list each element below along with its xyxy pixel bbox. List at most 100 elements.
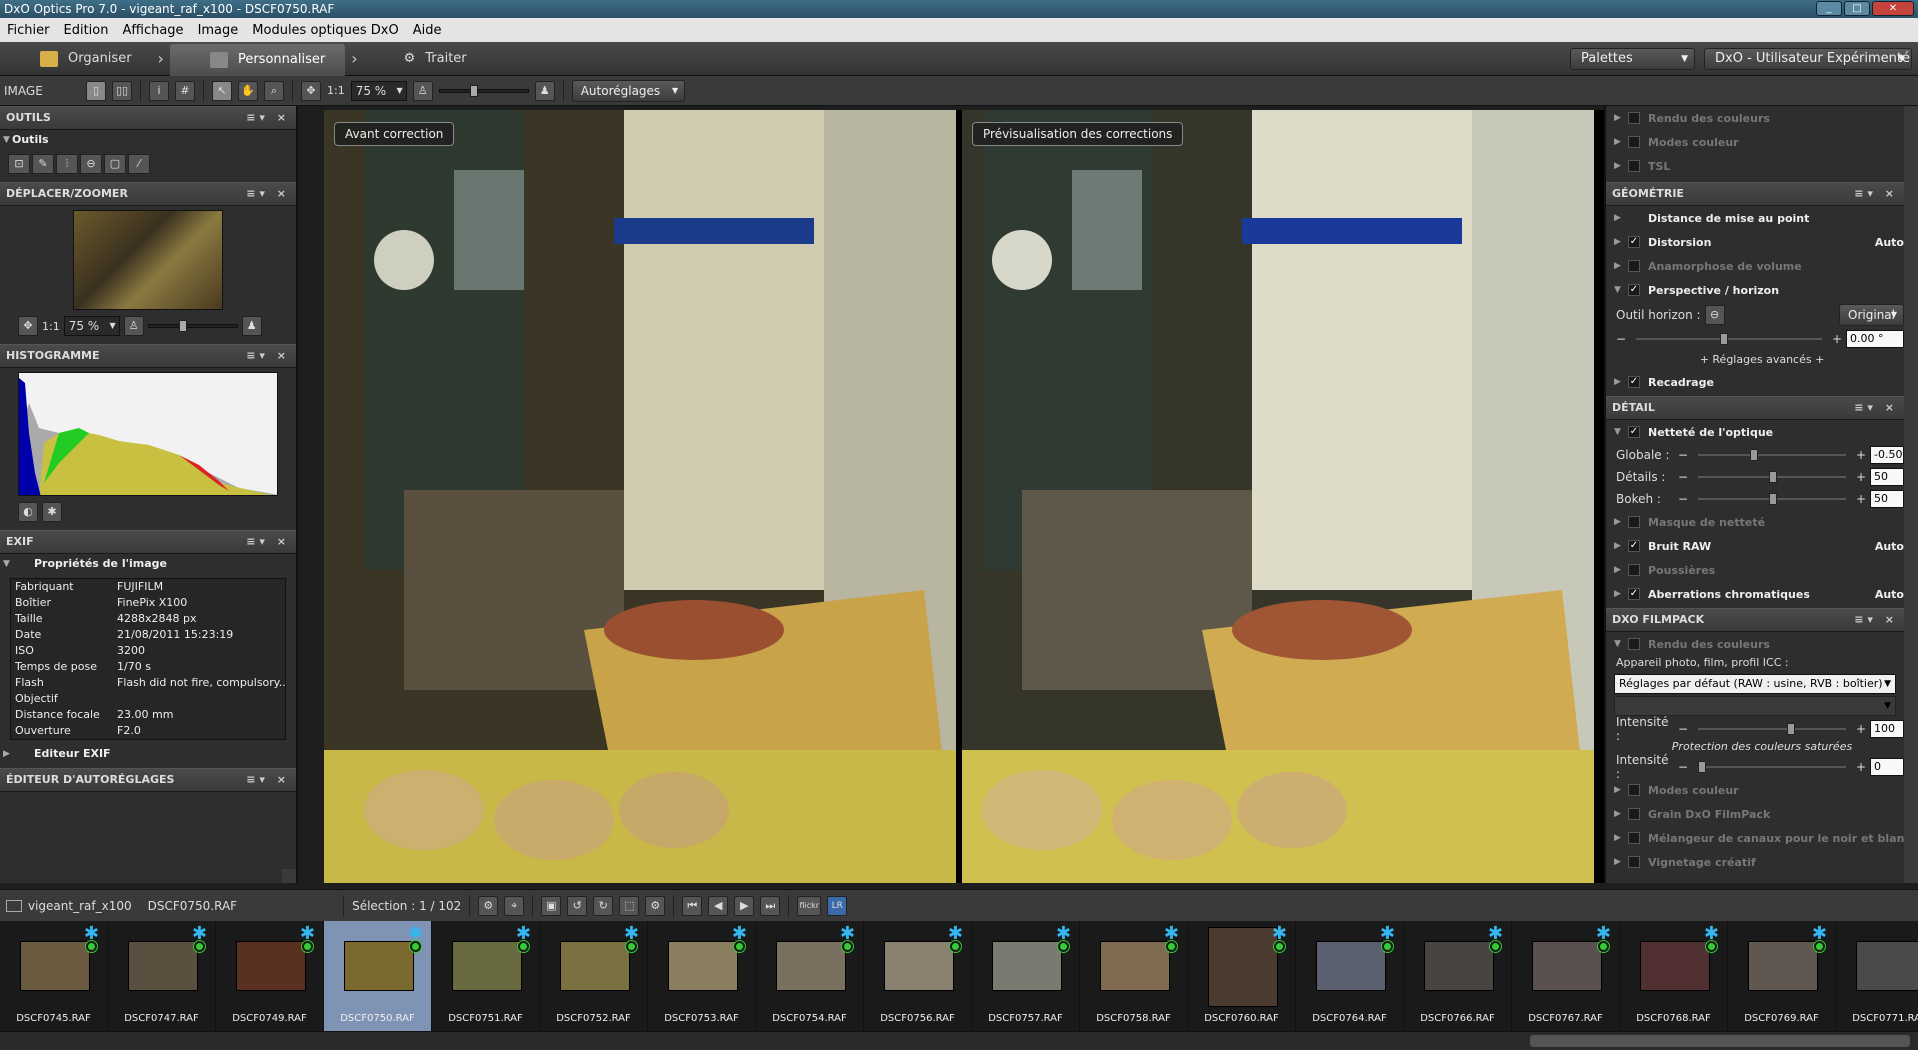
one-to-one[interactable]: 1:1 xyxy=(327,84,345,97)
hand-icon[interactable]: ✋ xyxy=(238,80,258,101)
panel-controls[interactable]: ≡▾ × xyxy=(1854,397,1898,419)
collapse-arrow-icon[interactable]: ▼ xyxy=(1614,427,1628,437)
expand-arrow-icon[interactable]: ▶ xyxy=(1614,377,1628,387)
checkbox[interactable] xyxy=(1628,160,1640,172)
menu-fichier[interactable]: Fichier xyxy=(0,23,57,38)
menu-edition[interactable]: Edition xyxy=(57,23,116,38)
zoom-slider[interactable] xyxy=(438,84,529,97)
palette-row[interactable]: ▶ Distance de mise au point xyxy=(1606,206,1918,230)
checkbox[interactable] xyxy=(1628,112,1640,124)
vertical-line-icon[interactable]: ⫶ xyxy=(56,154,78,174)
plus-icon[interactable]: + xyxy=(1832,332,1842,346)
navigator-slider[interactable] xyxy=(147,320,238,332)
slider-thumb[interactable] xyxy=(1698,761,1707,773)
palette-row[interactable]: ▶ Rendu des couleurs xyxy=(1606,106,1918,130)
thumbnail[interactable]: ✱ DSCF0764.RAF xyxy=(1296,921,1404,1031)
image-viewer[interactable]: Avant correction Prévisualisation des co… xyxy=(324,110,1604,883)
image-info-icon[interactable]: ▣ xyxy=(541,895,562,916)
thumbnail[interactable]: ✱ DSCF0767.RAF xyxy=(1512,921,1620,1031)
expand-arrow-icon[interactable]: ▶ xyxy=(1614,213,1628,223)
palette-row[interactable]: ▶ Grain DxO FilmPack xyxy=(1606,802,1918,826)
thumbnail[interactable]: ✱ DSCF0745.RAF xyxy=(0,921,108,1031)
checkbox-checked[interactable]: ✓ xyxy=(1628,284,1640,296)
plus-icon[interactable]: + xyxy=(1856,760,1866,774)
expand-arrow-icon[interactable]: ▶ xyxy=(1614,565,1628,575)
thumbnail[interactable]: ✱ DSCF0757.RAF xyxy=(972,921,1080,1031)
slider-thumb[interactable] xyxy=(469,84,478,97)
rotate-left-icon[interactable]: ↺ xyxy=(567,895,588,916)
checkbox[interactable] xyxy=(1628,808,1640,820)
film-secondary-select[interactable] xyxy=(1614,696,1896,716)
thumbnail[interactable]: ✱ DSCF0751.RAF xyxy=(432,921,540,1031)
palette-row[interactable]: ▶ Mélangeur de canaux pour le noir et bla… xyxy=(1606,826,1918,850)
expand-arrow-icon[interactable]: ▶ xyxy=(1614,589,1628,599)
plus-icon[interactable]: + xyxy=(1856,722,1866,736)
tab-organiser[interactable]: Organiser xyxy=(0,45,152,73)
palette-row[interactable]: ▼ ✓ Netteté de l'optique xyxy=(1606,420,1918,444)
one-to-one[interactable]: 1:1 xyxy=(42,320,60,333)
thumbnail[interactable]: ✱ DSCF0758.RAF xyxy=(1080,921,1188,1031)
thumbnail[interactable]: ✱ DSCF0769.RAF xyxy=(1728,921,1836,1031)
expand-arrow-icon[interactable]: ▶ xyxy=(1614,517,1628,527)
palette-row[interactable]: ▶ Masque de netteté xyxy=(1606,510,1918,534)
menu-aide[interactable]: Aide xyxy=(406,23,449,38)
slider-thumb[interactable] xyxy=(1769,493,1778,505)
palette-row[interactable]: ▶ TSL xyxy=(1606,154,1918,178)
palette-row[interactable]: ▶ Poussières xyxy=(1606,558,1918,582)
first-icon[interactable]: ⏮ xyxy=(682,895,703,916)
exif-properties-section[interactable]: Propriétés de l'image xyxy=(0,554,296,574)
eraser-icon[interactable]: ✎ xyxy=(32,154,54,174)
fit-icon[interactable]: ✥ xyxy=(18,316,38,336)
thumbnail[interactable]: ✱ DSCF0749.RAF xyxy=(216,921,324,1031)
slider-value[interactable]: 50 xyxy=(1870,490,1904,508)
checkbox[interactable] xyxy=(1628,832,1640,844)
film-select[interactable]: Réglages par défaut (RAW : usine, RVB : … xyxy=(1614,674,1896,694)
thumbnail[interactable]: ✱ DSCF0756.RAF xyxy=(864,921,972,1031)
palettes-dropdown[interactable]: Palettes xyxy=(1570,48,1695,70)
compare-view-icon[interactable]: ▯▯ xyxy=(112,80,132,101)
slider-thumb[interactable] xyxy=(1749,449,1758,461)
thumbnail[interactable]: ✱ DSCF0760.RAF xyxy=(1188,921,1296,1031)
thumbnail[interactable]: DSCF0771.RAF xyxy=(1836,921,1918,1031)
palette-row[interactable]: ▶ ✓ Bruit RAW Auto xyxy=(1606,534,1918,558)
checkbox-checked[interactable]: ✓ xyxy=(1628,426,1640,438)
maximize-button[interactable]: □ xyxy=(1844,1,1870,16)
palette-row[interactable]: ▼ ✓ Perspective / horizon xyxy=(1606,278,1918,302)
slider-value[interactable]: 50 xyxy=(1870,468,1904,486)
panel-controls[interactable]: ≡▾ × xyxy=(246,345,290,367)
slider-thumb[interactable] xyxy=(178,320,187,332)
minimize-button[interactable]: _ xyxy=(1816,1,1842,16)
checkbox[interactable] xyxy=(1628,136,1640,148)
slider-value[interactable]: 0 xyxy=(1870,758,1904,776)
frame-icon[interactable]: ▢ xyxy=(104,154,126,174)
crop-icon[interactable]: ⊡ xyxy=(8,154,30,174)
expand-arrow-icon[interactable]: ▶ xyxy=(1614,541,1628,551)
details-slider[interactable] xyxy=(1698,471,1846,483)
eyedropper-icon[interactable]: ⁄ xyxy=(128,154,150,174)
process-icon[interactable]: ⚙ xyxy=(645,895,666,916)
tab-personnaliser[interactable]: Personnaliser xyxy=(169,43,346,76)
palette-row[interactable]: ▶ ✓ Distorsion Auto xyxy=(1606,230,1918,254)
panel-controls[interactable]: ≡▾ × xyxy=(246,531,290,553)
menu-modules[interactable]: Modules optiques DxO xyxy=(245,23,405,38)
lightroom-button[interactable]: LR xyxy=(827,895,848,916)
minus-icon[interactable]: − xyxy=(1678,448,1688,462)
scroll-down-icon[interactable] xyxy=(282,869,296,883)
minus-icon[interactable]: − xyxy=(1616,332,1626,346)
plus-icon[interactable]: + xyxy=(1856,448,1866,462)
pin-icon[interactable]: ⌖ xyxy=(504,895,525,916)
collapse-arrow-icon[interactable]: ▼ xyxy=(1614,639,1628,649)
outils-section[interactable]: Outils xyxy=(0,130,296,150)
bokeh-slider[interactable] xyxy=(1698,493,1846,505)
horizon-value[interactable]: 0.00 ° xyxy=(1846,330,1904,348)
right-scrollbar[interactable] xyxy=(1904,106,1918,883)
autoreglages-button[interactable]: Autoréglages xyxy=(571,79,686,102)
select-icon[interactable]: ⬚ xyxy=(619,895,640,916)
settings-icon[interactable]: ⚙ xyxy=(478,895,499,916)
palette-row[interactable]: ▶ Modes couleur xyxy=(1606,778,1918,802)
next-icon[interactable]: ▶ xyxy=(734,895,755,916)
horizon-tool-icon[interactable]: ⊖ xyxy=(1704,305,1725,325)
expand-arrow-icon[interactable]: ▶ xyxy=(1614,857,1628,867)
horizon-icon[interactable]: ⊖ xyxy=(80,154,102,174)
palette-row[interactable]: ▶ Vignetage créatif xyxy=(1606,850,1918,874)
